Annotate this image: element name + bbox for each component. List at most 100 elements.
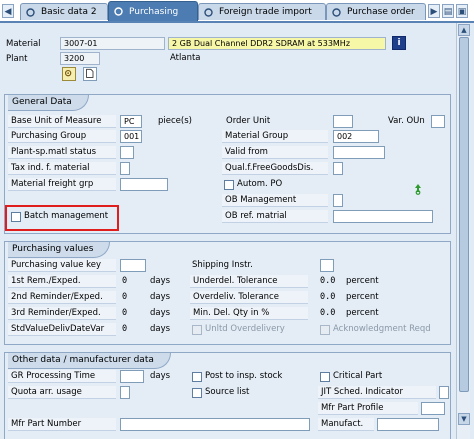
valid-from-field[interactable]: [333, 146, 385, 159]
document-icon: [86, 68, 94, 78]
qual-free-goods-field[interactable]: [333, 162, 343, 175]
rem3-unit: days: [150, 308, 171, 318]
std-val-unit: days: [150, 324, 171, 334]
acknowledgment-checkbox[interactable]: [320, 325, 330, 335]
underdel-unit: percent: [346, 276, 379, 286]
tab-label: Purchase order: [347, 7, 415, 17]
var-oun-label: Var. OUn: [388, 116, 425, 126]
ob-ref-field[interactable]: [333, 210, 433, 223]
plant-status-field[interactable]: [120, 146, 134, 159]
shipping-instr-field[interactable]: [320, 259, 334, 272]
min-del-value: 0.0: [320, 308, 336, 318]
ob-management-label: OB Management: [222, 194, 328, 207]
tax-ind-field[interactable]: [120, 162, 130, 175]
post-insp-checkbox[interactable]: [192, 372, 202, 382]
autom-po-label: Autom. PO: [237, 179, 283, 189]
gr-time-unit: days: [150, 371, 171, 381]
document-button[interactable]: [83, 67, 97, 81]
source-list-checkbox[interactable]: [192, 388, 202, 398]
overdel-value: 0.0: [320, 292, 336, 302]
tab-basic-data-2[interactable]: Basic data 2: [20, 3, 108, 20]
vertical-scrollbar[interactable]: ▲ ▼: [456, 23, 470, 439]
autom-po-checkbox[interactable]: [224, 180, 234, 190]
base-uom-text: piece(s): [158, 116, 192, 126]
tab-purchase-order[interactable]: Purchase order: [326, 3, 426, 20]
tab-icon: [114, 7, 123, 16]
qual-free-goods-label: Qual.f.FreeGoodsDis.: [222, 162, 328, 175]
tab-icon: [204, 7, 213, 17]
unltd-overdelivery-checkbox[interactable]: [192, 325, 202, 335]
order-unit-label: Order Unit: [226, 116, 271, 126]
rem2-value: 0: [122, 292, 128, 302]
scroll-down-button[interactable]: ▼: [458, 413, 470, 425]
recycle-icon[interactable]: [412, 183, 424, 195]
critical-part-checkbox[interactable]: [320, 372, 330, 382]
min-del-unit: percent: [346, 308, 379, 318]
gr-time-field[interactable]: [120, 370, 144, 383]
batch-management-checkbox[interactable]: [11, 212, 21, 222]
material-field: 3007-01: [60, 37, 165, 50]
ob-ref-label: OB ref. matrial: [222, 210, 328, 223]
freight-grp-field[interactable]: [120, 178, 168, 191]
base-uom-label: Base Unit of Measure: [8, 115, 116, 128]
rem2-label: 2nd Reminder/Exped.: [8, 291, 116, 304]
plant-field: 3200: [60, 52, 100, 65]
tab-label: Purchasing: [129, 6, 179, 17]
other-data-title: Other data / manufacturer data: [8, 353, 171, 369]
tab-purchasing[interactable]: Purchasing: [108, 1, 198, 21]
tab-list-button[interactable]: ▤: [442, 4, 454, 18]
info-icon[interactable]: i: [392, 36, 406, 50]
jit-label: JIT Sched. Indicator: [318, 386, 436, 399]
batch-management-label: Batch management: [24, 211, 109, 221]
scroll-thumb[interactable]: [459, 37, 469, 392]
base-uom-field[interactable]: PC: [120, 115, 142, 128]
general-data-title: General Data: [8, 95, 89, 111]
manufact-field[interactable]: [377, 418, 439, 431]
source-list-label: Source list: [205, 387, 250, 397]
tab-scroll-right-button[interactable]: ▶: [428, 4, 440, 18]
rem1-unit: days: [150, 276, 171, 286]
tab-label: Foreign trade import: [219, 7, 312, 17]
overdel-unit: percent: [346, 292, 379, 302]
rem2-unit: days: [150, 292, 171, 302]
green-arrows-icon: [415, 184, 421, 195]
mfr-profile-label: Mfr Part Profile: [318, 402, 418, 415]
acknowledgment-label: Acknowledgment Reqd: [333, 324, 431, 334]
quota-field[interactable]: [120, 386, 130, 399]
purchasing-group-field[interactable]: 001: [120, 130, 142, 143]
purchasing-values-title: Purchasing values: [8, 242, 111, 258]
std-val-label: StdValueDelivDateVar: [8, 323, 116, 336]
critical-part-label: Critical Part: [333, 371, 383, 381]
scroll-up-button[interactable]: ▲: [458, 24, 470, 36]
quota-label: Quota arr. usage: [8, 386, 116, 399]
manufact-label: Manufact.: [318, 418, 374, 431]
var-oun-field[interactable]: [431, 115, 445, 128]
order-unit-field[interactable]: [333, 115, 353, 128]
value-key-field[interactable]: [120, 259, 146, 272]
rem1-label: 1st Rem./Exped.: [8, 275, 116, 288]
tax-ind-label: Tax ind. f. material: [8, 162, 116, 175]
plant-name: Atlanta: [170, 53, 201, 63]
purchasing-group-label: Purchasing Group: [8, 130, 116, 143]
ob-management-field[interactable]: [333, 194, 343, 207]
underdel-label: Underdel. Tolerance: [190, 275, 308, 288]
tab-collapse-button[interactable]: ▣: [456, 4, 468, 18]
material-label: Material: [6, 39, 41, 49]
tab-foreign-trade-import[interactable]: Foreign trade import: [198, 3, 326, 20]
tab-strip: ◀ Basic data 2 Purchasing Foreign trade …: [0, 0, 474, 21]
mfr-profile-field[interactable]: [421, 402, 445, 415]
mfr-part-label: Mfr Part Number: [8, 418, 116, 431]
underdel-value: 0.0: [320, 276, 336, 286]
material-group-field[interactable]: 002: [333, 130, 379, 143]
org-levels-button[interactable]: [62, 67, 76, 81]
min-del-label: Min. Del. Qty in %: [190, 307, 308, 320]
mfr-part-field[interactable]: [120, 418, 310, 431]
gear-icon: [64, 69, 72, 77]
unltd-overdelivery-label: Unltd Overdelivery: [205, 324, 285, 334]
material-group-label: Material Group: [222, 130, 328, 143]
tab-scroll-left-button[interactable]: ◀: [2, 4, 14, 18]
tab-icon: [26, 7, 35, 17]
jit-field[interactable]: [439, 386, 449, 399]
plant-status-label: Plant-sp.matl status: [8, 146, 116, 159]
tab-icon: [332, 7, 341, 17]
